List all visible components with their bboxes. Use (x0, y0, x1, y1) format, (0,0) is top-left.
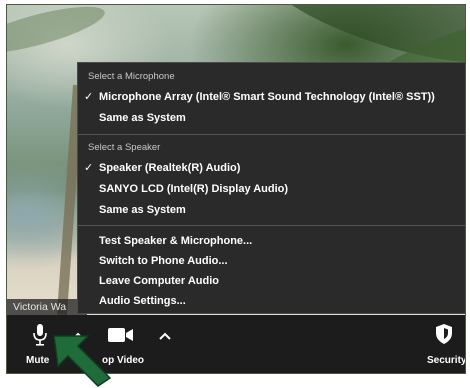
leave-computer-audio-item[interactable]: Leave Computer Audio (78, 271, 465, 291)
option-label: Microphone Array (Intel® Smart Sound Tec… (99, 91, 435, 103)
audio-settings-item[interactable]: Audio Settings... (78, 291, 465, 311)
audio-options-menu: Select a Microphone ✓ Microphone Array (… (77, 62, 465, 314)
microphone-icon (33, 324, 47, 346)
microphone-option-same-as-system[interactable]: Same as System (78, 108, 465, 128)
speaker-option-sanyo[interactable]: SANYO LCD (Intel(R) Display Audio) (78, 179, 465, 199)
chevron-up-icon[interactable] (156, 327, 174, 345)
meeting-window: Victoria Wa Select a Microphone ✓ Microp… (6, 4, 466, 374)
mute-label: Mute (26, 355, 50, 366)
menu-divider (78, 225, 465, 226)
test-speaker-microphone-item[interactable]: Test Speaker & Microphone... (78, 231, 465, 251)
option-label: Same as System (99, 204, 186, 216)
option-label: Same as System (99, 112, 186, 124)
checkmark-icon: ✓ (84, 91, 94, 103)
shield-icon (436, 324, 452, 344)
pointer-arrow-icon (53, 335, 112, 387)
speaker-option-realtek[interactable]: ✓ Speaker (Realtek(R) Audio) (78, 158, 465, 178)
option-label: SANYO LCD (Intel(R) Display Audio) (99, 183, 289, 195)
microphone-option-array[interactable]: ✓ Microphone Array (Intel® Smart Sound T… (78, 87, 465, 107)
microphone-section-header: Select a Microphone (88, 71, 175, 82)
menu-divider (78, 134, 465, 135)
checkmark-icon: ✓ (84, 162, 94, 174)
option-label: Speaker (Realtek(R) Audio) (99, 162, 241, 174)
security-button[interactable]: Security (421, 315, 465, 373)
speaker-section-header: Select a Speaker (88, 142, 161, 153)
participant-name: Victoria Wa (7, 299, 87, 315)
security-label: Security (427, 355, 466, 366)
switch-to-phone-audio-item[interactable]: Switch to Phone Audio... (78, 251, 465, 271)
speaker-option-same-as-system[interactable]: Same as System (78, 200, 465, 220)
